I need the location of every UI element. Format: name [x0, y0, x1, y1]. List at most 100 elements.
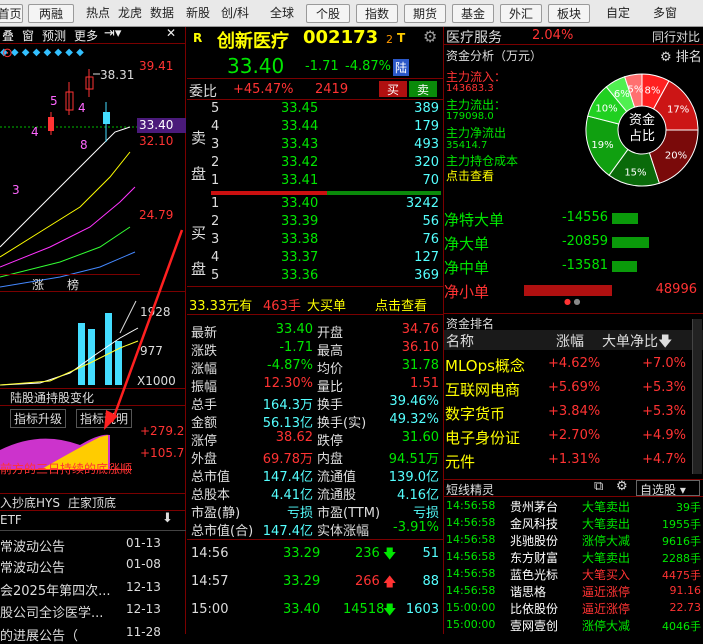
rank-row[interactable]: MLOps概念 +4.62% +7.0%: [444, 353, 690, 377]
stat-value: -3.91%: [393, 520, 439, 535]
pie-label: 8%: [645, 85, 661, 96]
bid-row: 3 33.38 76: [211, 232, 439, 247]
buy-side-label: 买 盘: [191, 224, 207, 278]
big-order-row[interactable]: 33.33元有 463手 大买单 点击查看: [187, 293, 443, 315]
stat-row: 总手 164.3万 换手 39.46%: [187, 393, 443, 413]
sprite-row[interactable]: 14:56:58 蓝色光标 大笔买入 4475手: [444, 566, 703, 583]
up-arrow-icon: 🡅: [383, 575, 397, 590]
stat-value: 34.76: [401, 322, 439, 337]
stat-label: 总市值(合): [191, 524, 254, 539]
price-row: 33.40 -1.71 -4.87% 陆: [187, 52, 443, 79]
sort-down-icon: 🡇: [658, 334, 673, 350]
stat-label: 实体涨幅: [317, 524, 370, 539]
rank-row[interactable]: 互联网电商 +5.69% +5.3%: [444, 377, 690, 401]
big-order-num: 463手: [263, 299, 301, 314]
col-change[interactable]: 涨幅: [556, 331, 584, 351]
flow-bar-label: 净小单: [444, 283, 490, 301]
pie-label: 20%: [665, 151, 687, 162]
stat-row: 涨幅 -4.87% 均价 31.78: [187, 357, 443, 377]
flow-bar: [612, 261, 637, 272]
down-arrow-icon: 🡇: [383, 547, 397, 562]
quote-panel: R 创新医疗 002173 2 T ⚙ 33.40 -1.71 -4.87% 陆…: [187, 27, 443, 634]
pie-label: 19%: [591, 140, 613, 151]
sprite-row[interactable]: 14:56:58 兆驰股份 涨停大减 9616手: [444, 532, 703, 549]
stock-name: 创新医疗: [217, 31, 289, 52]
sector-name[interactable]: 医疗服务: [446, 27, 502, 47]
stat-row: 总市值(合) 147.4亿 实体涨幅 -3.91%: [187, 519, 443, 539]
tick-row: 14:56 33.29 236 🡇 51: [187, 543, 443, 569]
stat-value: 33.40: [275, 322, 313, 337]
flow-in-value: 143683.3: [446, 83, 494, 94]
gear-icon[interactable]: ⚙: [616, 479, 628, 494]
stat-value: 31.78: [401, 358, 439, 373]
stat-row: 涨停 38.62 跌停 31.60: [187, 429, 443, 449]
last-price: 33.40: [227, 54, 285, 78]
ask-row: 1 33.41 70: [211, 173, 439, 188]
down-arrow-icon: 🡇: [383, 603, 397, 618]
sprite-row[interactable]: 14:56:58 东方财富 大笔卖出 2288手: [444, 549, 703, 566]
weibi-label: 委比: [189, 84, 217, 100]
sprite-title: 短线精灵: [446, 483, 495, 497]
t-flag: T: [397, 31, 406, 45]
flow-bar-label: 净大单: [444, 235, 490, 253]
net-flow-label: 主力净流出: [446, 126, 507, 140]
stat-row: 最新 33.40 开盘 34.76: [187, 321, 443, 341]
flow-bar-value: 48996: [655, 282, 697, 297]
sprite-row[interactable]: 14:56:58 金风科技 大笔卖出 1955手: [444, 515, 703, 532]
expand-icon[interactable]: ⧉: [594, 479, 603, 494]
col-bignet[interactable]: 大单净比🡇: [602, 331, 672, 355]
big-order-label: 大买单: [307, 299, 347, 314]
big-order-link[interactable]: 点击查看: [375, 295, 427, 314]
tick-list: 14:56 33.29 236 🡇 51 14:57 33.29 266 🡅 88 15:00 3…: [187, 543, 443, 633]
flow-bar-row: 净特大单 -14556: [444, 207, 703, 229]
flow-bar-value: -13581: [561, 258, 608, 273]
sprite-row[interactable]: 14:56:58 贵州茅台 大笔卖出 39手: [444, 498, 703, 515]
bid-book: 买 盘 1 33.40 3242 2 33.39 56 3 33.38 76 4 33.37 1…: [187, 195, 443, 287]
stat-value: 147.4亿: [262, 524, 313, 539]
flow-out-value: 179098.0: [446, 111, 494, 122]
circle-badge: 2: [386, 33, 393, 46]
flow-bar-label: 净中单: [444, 259, 490, 277]
fund-title: 资金分析（万元）: [446, 49, 543, 63]
right-panel: 医疗服务 2.04% 同行对比 资金分析（万元） ⚙ 排名 主力流入： 1436…: [444, 27, 703, 634]
tick-row: 15:00 33.40 14518 🡇 1603: [187, 599, 443, 625]
rank-row[interactable]: 数字货币 +3.84% +5.3%: [444, 401, 690, 425]
cost-link[interactable]: 点击查看: [446, 167, 494, 184]
bid-row: 5 33.36 369: [211, 268, 439, 283]
sell-button[interactable]: 卖: [409, 81, 437, 97]
stat-row: 总市值 147.4亿 流通值 139.0亿: [187, 465, 443, 485]
flow-bar-value: -14556: [561, 210, 608, 225]
flow-bar-row: 净中单 -13581: [444, 255, 703, 277]
buy-button[interactable]: 买: [379, 81, 407, 97]
weibi-row: 委比 +45.47% 2419 买 卖: [187, 80, 443, 100]
rank-link[interactable]: ⚙ 排名: [660, 46, 702, 65]
sprite-row[interactable]: 15:00:00 壹网壹创 涨停大减 4046手: [444, 617, 703, 634]
pie-label: 17%: [667, 105, 689, 116]
flow-bar: [612, 237, 649, 248]
net-flow-bars: 净特大单 -14556 净大单 -20859 净中单 -13581 净小单 48996: [444, 207, 703, 303]
gear-icon[interactable]: ⚙: [423, 27, 437, 46]
rank-row[interactable]: 元件 +1.31% +4.7%: [444, 449, 690, 473]
stat-value: -1.71: [279, 340, 313, 355]
ask-row: 4 33.44 179: [211, 119, 439, 134]
flow-bar-row: 净大单 -20859: [444, 231, 703, 253]
watchlist-select[interactable]: 自选股 ▾: [636, 480, 700, 497]
ask-row: 5 33.45 389: [211, 101, 439, 116]
lu-badge: 陆: [393, 59, 410, 76]
pager-dots[interactable]: ● ●: [564, 297, 581, 306]
compare-link[interactable]: 同行对比: [652, 28, 700, 45]
flow-bar-value: -20859: [561, 234, 608, 249]
sprite-row[interactable]: 14:56:58 谐思格 逼近涨停 91.16: [444, 583, 703, 600]
net-flow-value: 35414.7: [446, 140, 488, 151]
rank-row[interactable]: 电子身份证 +2.70% +4.9%: [444, 425, 690, 449]
ask-book: 卖 盘 5 33.45 389 4 33.44 179 3 33.43 493 2 33.42…: [187, 100, 443, 192]
stat-value: 38.62: [275, 430, 313, 445]
sprite-header: 短线精灵 ⧉ ⚙ 自选股 ▾: [444, 479, 703, 497]
rank-scrollbar[interactable]: [692, 319, 702, 474]
bid-row: 1 33.40 3242: [211, 196, 439, 211]
sprite-row[interactable]: 15:00:00 比依股份 逼近涨停 22.73: [444, 600, 703, 617]
change-pct: -4.87%: [345, 59, 391, 74]
stat-row: 外盘 69.78万 内盘 94.51万: [187, 447, 443, 467]
stat-value: 36.10: [401, 340, 439, 355]
stat-value: -4.87%: [267, 358, 313, 373]
